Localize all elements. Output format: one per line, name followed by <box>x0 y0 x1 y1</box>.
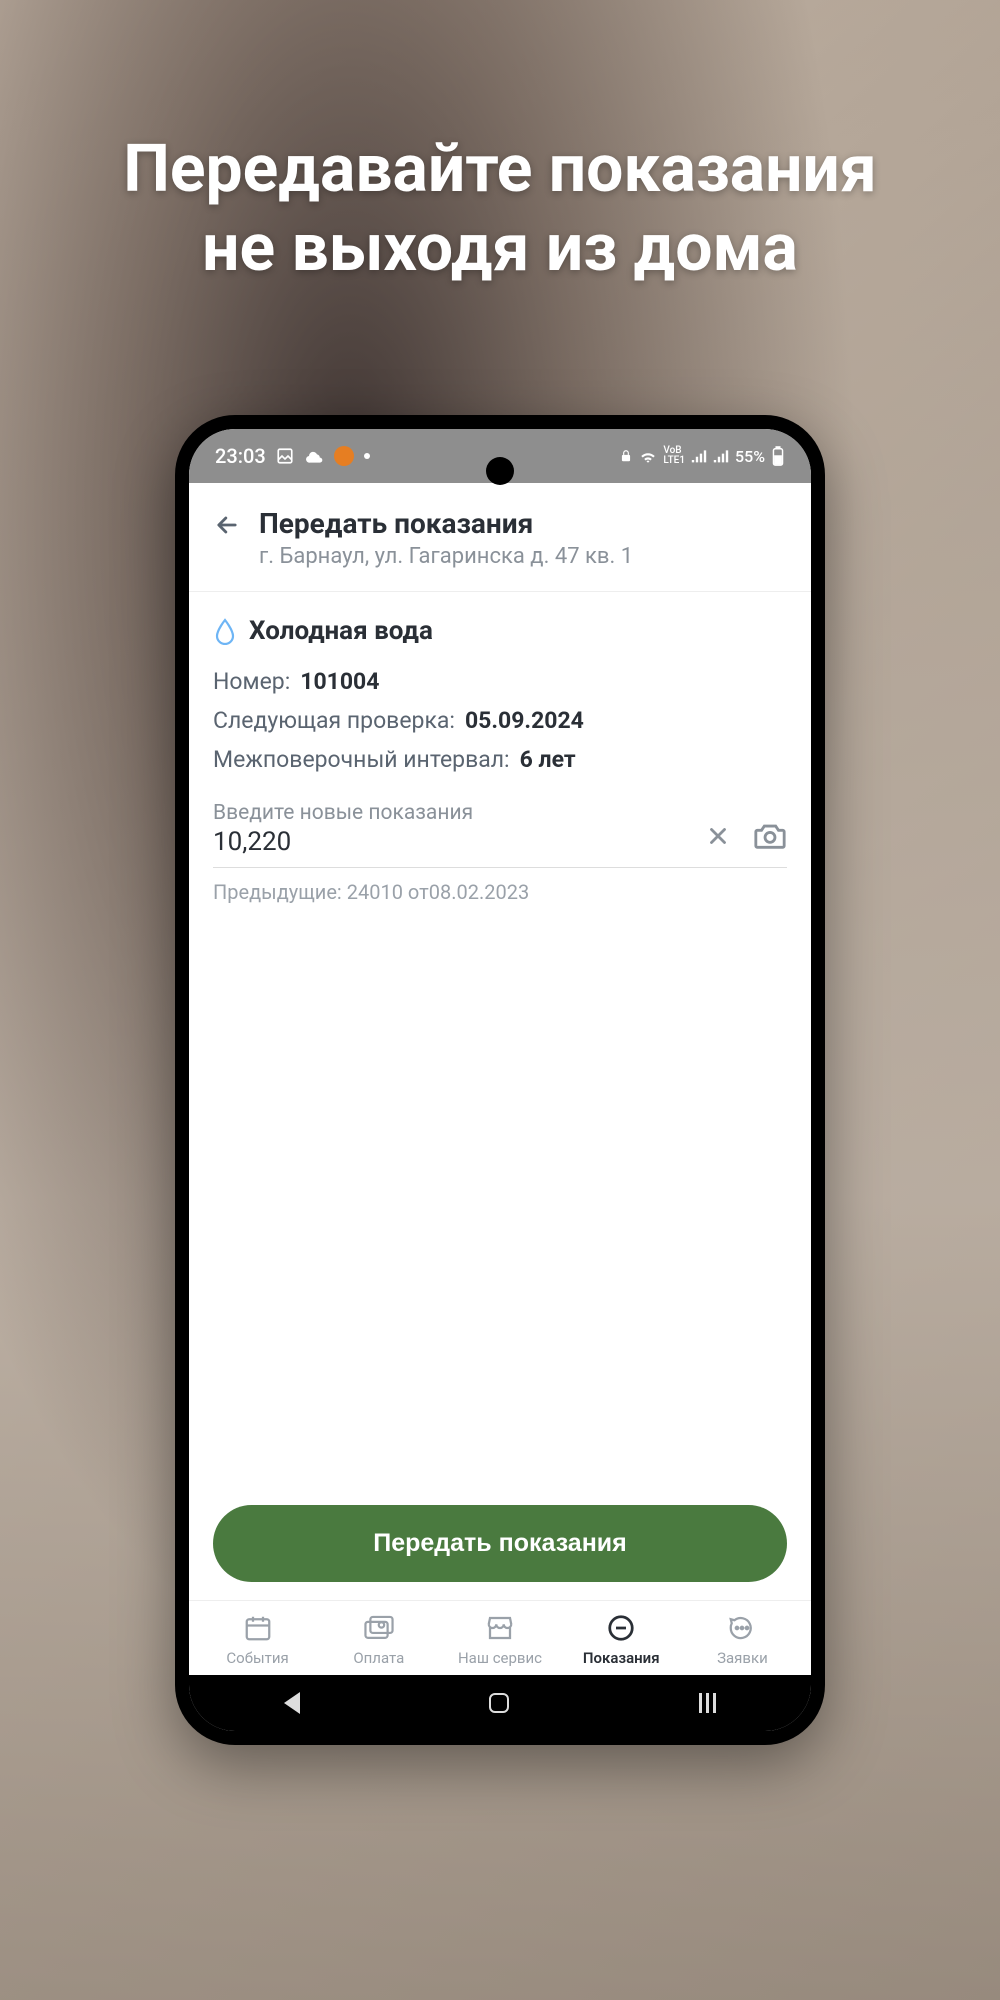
nav-service[interactable]: Наш сервис <box>439 1611 560 1667</box>
chat-icon <box>727 1611 757 1645</box>
reading-input[interactable]: Введите новые показания 10,220 <box>213 801 687 857</box>
meter-number-row: Номер: 101004 <box>213 668 787 695</box>
system-back-icon[interactable] <box>284 1692 300 1714</box>
next-check-label: Следующая проверка: <box>213 707 455 734</box>
store-icon <box>485 1611 515 1645</box>
battery-icon <box>771 446 785 466</box>
reading-input-block: Введите новые показания 10,220 <box>213 801 787 868</box>
submit-button[interactable]: Передать показания <box>213 1505 787 1582</box>
meter-number-value: 101004 <box>300 668 379 695</box>
nav-label: Заявки <box>717 1649 768 1667</box>
next-check-row: Следующая проверка: 05.09.2024 <box>213 707 787 734</box>
page-title: Передать показания <box>259 507 787 540</box>
camera-icon[interactable] <box>753 821 787 851</box>
section-title: Холодная вода <box>249 616 433 646</box>
water-drop-icon <box>213 617 237 645</box>
lock-icon <box>619 448 633 464</box>
meter-icon <box>606 1611 636 1645</box>
nav-payment[interactable]: Оплата <box>318 1611 439 1667</box>
nav-label: События <box>226 1649 288 1667</box>
page-subtitle: г. Барнаул, ул. Гагаринска д. 47 кв. 1 <box>259 544 787 569</box>
next-check-value: 05.09.2024 <box>465 707 584 734</box>
status-right: VoBLTE1 55% <box>619 446 785 466</box>
interval-value: 6 лет <box>520 746 576 773</box>
phone-frame: 23:03 VoBLTE1 <box>175 415 825 1745</box>
battery-text: 55% <box>735 447 765 466</box>
calendar-icon <box>243 1611 273 1645</box>
back-arrow-icon[interactable] <box>213 511 241 539</box>
network-label: VoBLTE1 <box>663 446 685 466</box>
system-nav-bar <box>189 1675 811 1731</box>
nav-readings[interactable]: Показания <box>561 1611 682 1667</box>
promo-headline: Передавайте показания не выходя из дома <box>0 130 1000 288</box>
promo-line-2: не выходя из дома <box>202 210 798 287</box>
header-text: Передать показания г. Барнаул, ул. Гагар… <box>259 507 787 569</box>
system-recent-icon[interactable] <box>699 1693 716 1713</box>
interval-row: Межповерочный интервал: 6 лет <box>213 746 787 773</box>
nav-label: Показания <box>583 1649 660 1667</box>
cloud-icon <box>304 449 324 463</box>
status-time: 23:03 <box>215 444 266 468</box>
payment-icon <box>363 1611 395 1645</box>
orange-indicator-icon <box>334 446 354 466</box>
signal-icon <box>691 449 707 463</box>
reading-input-label: Введите новые показания <box>213 801 687 825</box>
promo-line-1: Передавайте показания <box>123 131 877 208</box>
signal-icon-2 <box>713 449 729 463</box>
nav-requests[interactable]: Заявки <box>682 1611 803 1667</box>
phone-screen: 23:03 VoBLTE1 <box>189 429 811 1731</box>
image-icon <box>276 447 294 465</box>
status-dot-icon <box>364 453 370 459</box>
status-left: 23:03 <box>215 444 370 468</box>
camera-notch <box>486 457 514 485</box>
nav-events[interactable]: События <box>197 1611 318 1667</box>
system-home-icon[interactable] <box>489 1693 509 1713</box>
wifi-icon <box>639 449 657 463</box>
bottom-nav: События Оплата Наш сервис Показания <box>189 1600 811 1675</box>
app-header: Передать показания г. Барнаул, ул. Гагар… <box>189 483 811 592</box>
reading-input-value: 10,220 <box>213 827 687 857</box>
nav-label: Наш сервис <box>458 1649 542 1667</box>
previous-reading: Предыдущие: 24010 от08.02.2023 <box>213 880 787 904</box>
meter-number-label: Номер: <box>213 668 290 695</box>
clear-icon[interactable] <box>705 823 731 849</box>
content-area: Холодная вода Номер: 101004 Следующая пр… <box>189 592 811 1505</box>
nav-label: Оплата <box>353 1649 404 1667</box>
cold-water-section-header: Холодная вода <box>213 616 787 646</box>
interval-label: Межповерочный интервал: <box>213 746 510 773</box>
